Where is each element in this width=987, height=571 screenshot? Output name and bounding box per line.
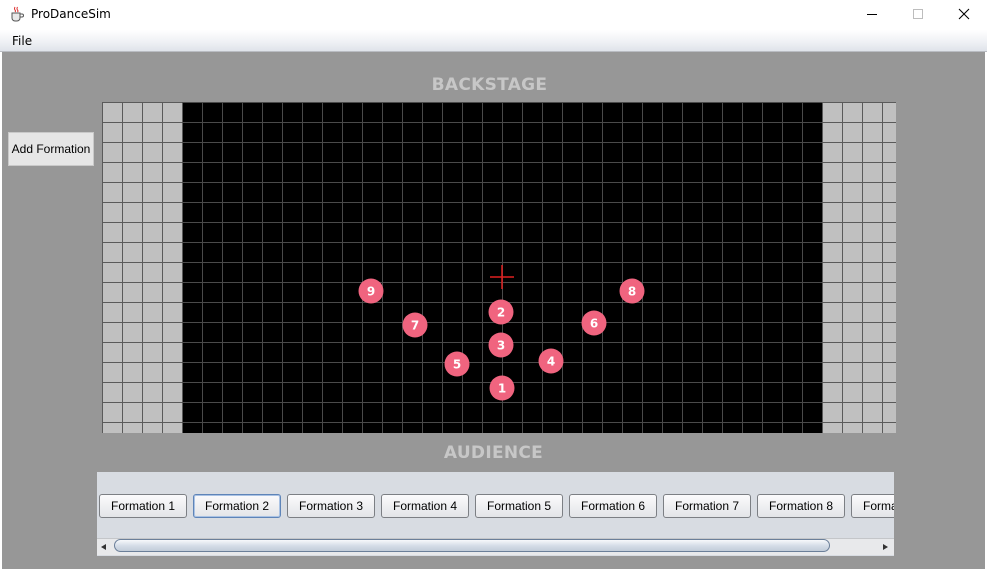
dancer-marker[interactable]: 9 — [358, 278, 384, 304]
dancer-number: 9 — [367, 285, 375, 299]
dancer-number: 7 — [411, 319, 419, 333]
menu-file[interactable]: File — [12, 34, 32, 48]
dancer-number: 4 — [547, 355, 555, 369]
maximize-button[interactable] — [895, 0, 941, 28]
close-button[interactable] — [941, 0, 987, 28]
java-cup-icon — [11, 6, 24, 22]
formation-tab[interactable]: Formation 3 — [287, 494, 375, 518]
dancer-number: 2 — [497, 306, 505, 320]
dancer-number: 6 — [590, 317, 598, 331]
dancer-marker[interactable]: 3 — [488, 332, 514, 358]
dancer-marker[interactable]: 2 — [488, 299, 514, 325]
scroll-left-icon[interactable] — [99, 542, 109, 552]
minimize-icon — [867, 14, 877, 15]
dancer-number: 1 — [498, 382, 506, 396]
window-title: ProDanceSim — [31, 7, 111, 21]
formation-tab[interactable]: Formation 5 — [475, 494, 563, 518]
maximize-icon — [913, 9, 923, 19]
menu-bar: File — [0, 30, 987, 52]
stage-grid[interactable]: 1 2 3 4 5 6 7 8 9 — [102, 102, 896, 433]
dancer-number: 3 — [497, 339, 505, 353]
formation-tab[interactable]: Formation 4 — [381, 494, 469, 518]
formation-tab[interactable]: Formation 8 — [757, 494, 845, 518]
formation-bar: Formation 1 Formation 2 Formation 3 Formati… — [97, 472, 894, 556]
horizontal-scrollbar[interactable] — [97, 538, 894, 555]
formation-tab[interactable]: Formation 7 — [663, 494, 751, 518]
formation-tab[interactable]: Formation 2 — [193, 494, 281, 518]
dancer-marker[interactable]: 4 — [538, 348, 564, 374]
audience-label: AUDIENCE — [443, 443, 544, 463]
formation-tab[interactable]: Formation 6 — [569, 494, 657, 518]
minimize-button[interactable] — [849, 0, 895, 28]
dancer-marker[interactable]: 1 — [489, 375, 515, 401]
dancer-marker[interactable]: 6 — [581, 310, 607, 336]
close-icon — [958, 8, 970, 20]
scrollbar-thumb[interactable] — [114, 539, 830, 552]
dancer-number: 8 — [628, 285, 636, 299]
stage-canvas[interactable]: 1 2 3 4 5 6 7 8 9 — [102, 102, 896, 433]
scroll-right-icon[interactable] — [880, 542, 890, 552]
dancer-marker[interactable]: 5 — [444, 351, 470, 377]
dancer-marker[interactable]: 8 — [619, 278, 645, 304]
main-panel: BACKSTAGE Add Formation 1 2 3 4 5 6 7 8 9 AUDIEN… — [2, 52, 985, 569]
dancer-marker[interactable]: 7 — [402, 312, 428, 338]
title-bar: ProDanceSim — [0, 0, 987, 30]
add-formation-button[interactable]: Add Formation — [8, 132, 94, 166]
backstage-label: BACKSTAGE — [431, 75, 548, 95]
formation-tab[interactable]: Formation 9 — [851, 494, 894, 518]
dancer-number: 5 — [453, 358, 461, 372]
formation-tab[interactable]: Formation 1 — [99, 494, 187, 518]
